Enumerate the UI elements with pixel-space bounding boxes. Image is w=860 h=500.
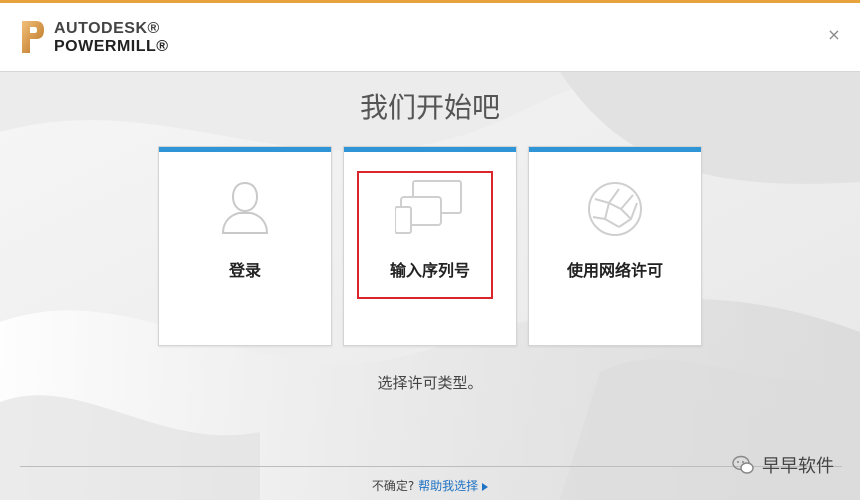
header: AUTODESK® POWERMILL® × <box>0 3 860 72</box>
help-row: 不确定? 帮助我选择 <box>0 477 860 494</box>
option-label: 使用网络许可 <box>566 261 663 280</box>
option-card-signin[interactable]: 登录 <box>158 146 332 346</box>
watermark: 早早软件 <box>732 452 834 478</box>
network-globe-icon <box>588 182 642 236</box>
brand-autodesk: AUTODESK® <box>54 20 160 37</box>
help-link-label: 帮助我选择 <box>418 479 479 493</box>
help-me-choose-link[interactable]: 帮助我选择 <box>418 479 489 493</box>
user-silhouette-icon <box>221 181 269 234</box>
close-button[interactable]: × <box>826 27 842 43</box>
card-accent-bar <box>529 147 701 152</box>
option-card-network[interactable]: 使用网络许可 <box>528 146 702 346</box>
option-label: 登录 <box>228 261 261 280</box>
powermill-logo-icon <box>22 21 44 53</box>
card-accent-bar <box>159 147 331 152</box>
brand-wordmark: AUTODESK® POWERMILL® <box>54 20 169 56</box>
footer-divider <box>20 466 842 467</box>
help-question: 不确定? <box>371 479 415 493</box>
page-title: 我们开始吧 <box>359 91 500 124</box>
wechat-icon <box>732 455 754 474</box>
watermark-text: 早早软件 <box>762 456 834 477</box>
brand-product: POWERMILL® <box>54 38 169 55</box>
page-subtitle: 选择许可类型。 <box>377 374 483 392</box>
annotation-highlight-box <box>357 171 493 299</box>
play-triangle-icon <box>482 482 489 491</box>
card-accent-bar <box>344 147 516 152</box>
